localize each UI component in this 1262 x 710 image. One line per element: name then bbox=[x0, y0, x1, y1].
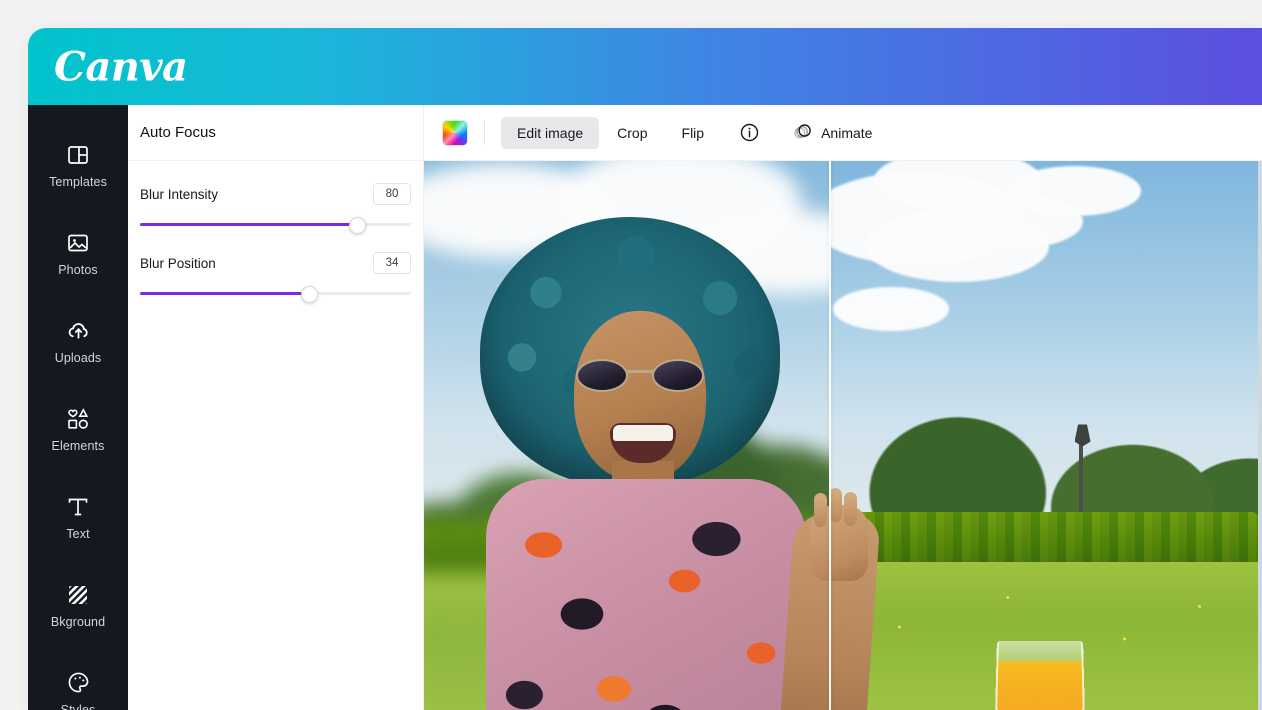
background-icon bbox=[65, 582, 91, 608]
preview-after-half bbox=[830, 161, 1262, 710]
slider-thumb[interactable] bbox=[300, 286, 318, 303]
blur-intensity-value[interactable]: 80 bbox=[373, 183, 411, 205]
sidebar-item-templates[interactable]: Templates bbox=[28, 121, 128, 209]
preview-before-half bbox=[424, 161, 829, 710]
slider-fill bbox=[140, 223, 357, 226]
page-title: Auto Focus bbox=[140, 124, 216, 141]
slider-fill bbox=[140, 292, 309, 295]
panel-header: Auto Focus bbox=[128, 105, 423, 161]
crop-button[interactable]: Crop bbox=[601, 117, 663, 149]
color-picker-swatch[interactable] bbox=[442, 119, 468, 146]
blur-position-value[interactable]: 34 bbox=[373, 252, 411, 274]
info-icon[interactable] bbox=[732, 116, 766, 150]
canva-app-window: Canva Templates Photos Uploads Elements … bbox=[28, 28, 1262, 710]
auto-focus-panel: Auto Focus Blur Intensity 80 Blur Positi… bbox=[128, 105, 424, 710]
canva-logo[interactable]: Canva bbox=[54, 43, 188, 90]
cloud bbox=[832, 287, 950, 332]
sidebar-item-text[interactable]: Text bbox=[28, 473, 128, 561]
sidebar-label-elements: Elements bbox=[51, 438, 105, 453]
sidebar-label-photos: Photos bbox=[58, 262, 98, 277]
meadow bbox=[424, 571, 829, 710]
blur-intensity-slider[interactable] bbox=[140, 214, 411, 234]
sidebar-item-photos[interactable]: Photos bbox=[28, 209, 128, 297]
editor-area: Edit image Crop Flip Animate bbox=[424, 105, 1262, 710]
styles-icon bbox=[65, 670, 91, 696]
elements-icon bbox=[65, 406, 91, 432]
app-body: Templates Photos Uploads Elements Text B… bbox=[28, 105, 1262, 710]
sidebar-label-text: Text bbox=[66, 526, 90, 541]
sidebar-label-templates: Templates bbox=[49, 174, 107, 189]
toolbar-divider bbox=[484, 120, 485, 145]
blur-intensity-label: Blur Intensity bbox=[140, 186, 219, 202]
flip-button[interactable]: Flip bbox=[666, 117, 721, 149]
sidebar-label-bkground: Bkground bbox=[50, 614, 106, 629]
sidebar-item-styles[interactable]: Styles bbox=[28, 649, 128, 710]
cloud bbox=[1007, 166, 1142, 216]
animate-button[interactable]: Animate bbox=[782, 117, 882, 149]
left-sidebar: Templates Photos Uploads Elements Text B… bbox=[28, 105, 128, 710]
sidebar-item-bkground[interactable]: Bkground bbox=[28, 561, 128, 649]
page-root: Canva Templates Photos Uploads Elements … bbox=[0, 0, 1262, 710]
photos-icon bbox=[65, 230, 91, 256]
sidebar-label-styles: Styles bbox=[60, 702, 96, 710]
edit-image-button[interactable]: Edit image bbox=[501, 116, 600, 149]
image-toolbar: Edit image Crop Flip Animate bbox=[424, 105, 1262, 161]
uploads-icon bbox=[65, 318, 91, 344]
panel-content: Blur Intensity 80 Blur Position 34 bbox=[128, 161, 423, 303]
sidebar-item-uploads[interactable]: Uploads bbox=[28, 297, 128, 385]
orange-juice-glass bbox=[995, 640, 1085, 710]
slider-thumb[interactable] bbox=[349, 217, 367, 234]
brand-header-bar: Canva bbox=[28, 28, 1262, 105]
image-canvas[interactable] bbox=[424, 161, 1262, 710]
templates-icon bbox=[65, 142, 91, 168]
blur-position-slider[interactable] bbox=[140, 283, 411, 303]
animate-icon bbox=[792, 121, 813, 145]
sidebar-label-uploads: Uploads bbox=[54, 350, 102, 365]
blur-intensity-row: Blur Intensity 80 bbox=[140, 183, 411, 205]
before-after-divider[interactable] bbox=[829, 161, 831, 710]
scene-sharp bbox=[830, 161, 1258, 710]
scene-blurred bbox=[424, 161, 829, 710]
text-icon bbox=[65, 494, 91, 520]
animate-label: Animate bbox=[821, 124, 873, 141]
blur-position-row: Blur Position 34 bbox=[140, 252, 411, 274]
blur-position-label: Blur Position bbox=[140, 255, 216, 271]
sidebar-item-elements[interactable]: Elements bbox=[28, 385, 128, 473]
